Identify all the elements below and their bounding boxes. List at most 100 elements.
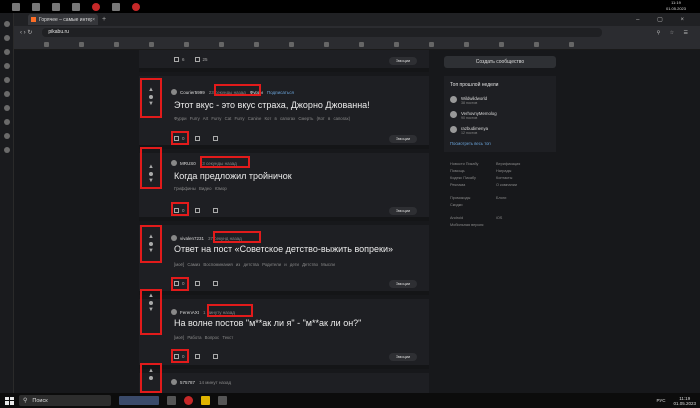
bookmark-icon[interactable] <box>149 41 154 47</box>
bookmark-icon[interactable] <box>254 41 259 47</box>
bookmark-icon[interactable] <box>184 41 189 47</box>
home-icon[interactable] <box>3 21 10 27</box>
footer-link[interactable]: Промокоды <box>450 196 496 200</box>
share-icon[interactable] <box>212 354 218 359</box>
top-user[interactable]: razbudimenya 12 постов <box>450 126 550 136</box>
file-explorer-icon[interactable] <box>201 396 210 405</box>
opera-icon[interactable] <box>92 2 100 11</box>
emotions-button[interactable]: Эмоции <box>389 353 417 361</box>
bookmark-icon[interactable] <box>79 41 84 47</box>
telegram-icon[interactable] <box>3 91 10 97</box>
footer-link[interactable]: О компании <box>496 183 542 187</box>
bookmark-icon[interactable] <box>289 41 294 47</box>
save-icon[interactable] <box>194 354 200 359</box>
search-icon[interactable] <box>32 2 40 11</box>
avatar[interactable] <box>171 235 177 241</box>
emotions-button[interactable]: Эмоции <box>389 280 417 288</box>
footer-link[interactable]: Кодекс Пикабу <box>450 176 496 180</box>
save-icon[interactable] <box>194 136 200 141</box>
twitch-icon[interactable] <box>3 49 10 55</box>
whatsapp-icon[interactable] <box>3 77 10 83</box>
create-community-button[interactable]: Создать сообщество <box>444 56 556 68</box>
language-indicator[interactable]: РУС <box>656 398 665 403</box>
new-tab-button[interactable]: + <box>102 16 106 23</box>
see-all-top-link[interactable]: Посмотреть весь топ <box>450 141 550 146</box>
top-user[interactable]: Wildwildworld 38 постов <box>450 96 550 106</box>
post-tags[interactable]: [моё] Работа Вопрос Текст <box>174 335 233 340</box>
bookmark-icon[interactable] <box>569 41 574 47</box>
bookmark-icon[interactable] <box>429 41 434 47</box>
post-author[interactable]: FerenAXt <box>180 310 199 315</box>
bookmark-icon[interactable] <box>359 41 364 47</box>
post-title[interactable]: Этот вкус - это вкус страха, Джорно Джов… <box>174 100 370 110</box>
opera-gx-icon[interactable] <box>184 396 193 405</box>
avatar[interactable] <box>171 160 177 166</box>
start-button[interactable] <box>5 396 14 405</box>
avatar[interactable] <box>450 96 457 103</box>
post-tags[interactable]: Гриффины Видео Юмор <box>174 186 227 191</box>
emotions-button[interactable]: Эмоции <box>389 207 417 215</box>
post-author[interactable]: vivalen7231 <box>180 236 204 241</box>
footer-link[interactable]: Скидки <box>450 203 496 207</box>
avatar[interactable] <box>450 126 457 133</box>
footer-link[interactable]: Блоги <box>496 196 542 200</box>
clock-icon[interactable] <box>3 133 10 139</box>
emotions-button[interactable]: Эмоции <box>389 57 417 65</box>
post-tags[interactable]: [моё] Самиз Воспоминания из детства Роди… <box>174 262 335 267</box>
avatar[interactable] <box>171 379 177 385</box>
post-title[interactable]: Когда предложил тройничок <box>174 171 292 181</box>
taskbar-clock[interactable]: 11:19 01.05.2023 <box>673 396 696 406</box>
bookmark-icon[interactable] <box>324 41 329 47</box>
footer-link[interactable]: Реклама <box>450 183 496 187</box>
post-author[interactable]: Courier5999 <box>180 90 205 95</box>
search-highlights-icon[interactable] <box>119 396 159 405</box>
footer-link[interactable]: Помощь <box>450 169 496 173</box>
footer-link[interactable] <box>496 223 542 227</box>
bookmark-icon[interactable] <box>534 41 539 47</box>
task-view-icon[interactable] <box>52 2 60 11</box>
footer-link[interactable]: Android <box>450 216 496 220</box>
app-icon[interactable] <box>112 2 120 11</box>
post-time[interactable]: 14 минут назад <box>199 380 231 385</box>
footer-link[interactable]: Новости Пикабу <box>450 162 496 166</box>
footer-link[interactable]: Верификация <box>496 162 542 166</box>
save-icon[interactable] <box>194 208 200 213</box>
bookmarks-icon[interactable] <box>3 63 10 69</box>
save-icon[interactable] <box>194 57 200 62</box>
task-view-icon[interactable] <box>167 396 176 405</box>
bookmark-icon[interactable] <box>219 41 224 47</box>
folder-icon[interactable] <box>72 2 80 11</box>
post-title[interactable]: Ответ на пост «Советское детство-выжить … <box>174 244 393 254</box>
settings-icon[interactable] <box>3 147 10 153</box>
post-tags[interactable]: Фурри Furry Art Furry Cat Furry Canine К… <box>174 116 350 121</box>
footer-link[interactable] <box>496 203 542 207</box>
footer-link[interactable]: iOS <box>496 216 542 220</box>
opera-gx-icon[interactable] <box>132 2 140 11</box>
footer-link[interactable]: Контакты <box>496 176 542 180</box>
subscribe-link[interactable]: Подписаться <box>267 90 294 95</box>
taskbar-search[interactable]: ⚲ Поиск <box>19 395 111 406</box>
post-author[interactable]: MRUS0 <box>180 161 196 166</box>
save-icon[interactable] <box>194 281 200 286</box>
tab-pikabu[interactable]: Горячее – самые интерес… × <box>28 14 98 25</box>
avatar[interactable] <box>171 309 177 315</box>
url-input[interactable]: pikabu.ru <box>42 28 603 37</box>
share-icon[interactable] <box>212 136 218 141</box>
footer-link[interactable]: Мобильная версия <box>450 223 496 227</box>
bookmark-icon[interactable] <box>114 41 119 47</box>
footer-link[interactable]: Награды <box>496 169 542 173</box>
emotions-button[interactable]: Эмоции <box>389 135 417 143</box>
vk-icon[interactable] <box>3 105 10 111</box>
tab-close-icon[interactable]: × <box>92 17 95 23</box>
windows-icon[interactable] <box>12 2 20 11</box>
address-bar-icons[interactable]: ⚲ ☆ ☰ <box>657 30 692 36</box>
app-icon[interactable] <box>218 396 227 405</box>
top-user[interactable]: VerhovnyMemolog 90 постов <box>450 111 550 121</box>
avatar[interactable] <box>171 89 177 95</box>
post-author[interactable]: 575787 <box>180 380 195 385</box>
share-icon[interactable] <box>212 281 218 286</box>
window-controls[interactable]: – ▢ × <box>636 16 692 23</box>
bookmark-icon[interactable] <box>499 41 504 47</box>
share-icon[interactable] <box>212 208 218 213</box>
history-icon[interactable] <box>3 119 10 125</box>
